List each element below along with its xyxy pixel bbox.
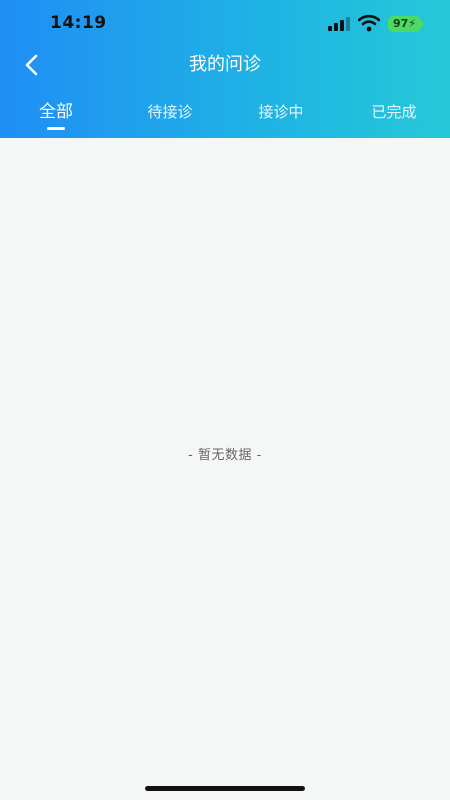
tab-label: 接诊中	[258, 103, 304, 121]
home-indicator[interactable]	[145, 786, 305, 791]
page-title: 我的问诊	[189, 54, 261, 75]
tab-label: 待接诊	[147, 103, 193, 121]
header: 14:19 97⚡ 我的问诊 全部 待接诊 接诊中 已完成	[0, 0, 450, 138]
tab-label: 已完成	[371, 103, 417, 121]
tab-completed[interactable]: 已完成	[358, 98, 430, 134]
tab-pending[interactable]: 待接诊	[135, 98, 205, 134]
battery-icon: 97⚡	[388, 16, 421, 32]
battery-cap	[421, 21, 423, 27]
tab-active-indicator	[47, 127, 65, 130]
tab-label: 全部	[39, 102, 73, 122]
status-bar: 14:19 97⚡	[0, 0, 450, 46]
tab-all[interactable]: 全部	[26, 98, 86, 134]
wifi-icon	[358, 14, 380, 32]
screen: 14:19 97⚡ 我的问诊 全部 待接诊 接诊中 已完成 - 暂无数据 -	[0, 0, 450, 800]
empty-state-text: - 暂无数据 -	[188, 448, 262, 463]
tab-bar: 全部 待接诊 接诊中 已完成	[0, 98, 450, 134]
status-time: 14:19	[50, 13, 107, 33]
signal-icon	[328, 17, 350, 31]
tab-in-progress[interactable]: 接诊中	[246, 98, 316, 134]
battery-level: 97	[392, 17, 409, 30]
